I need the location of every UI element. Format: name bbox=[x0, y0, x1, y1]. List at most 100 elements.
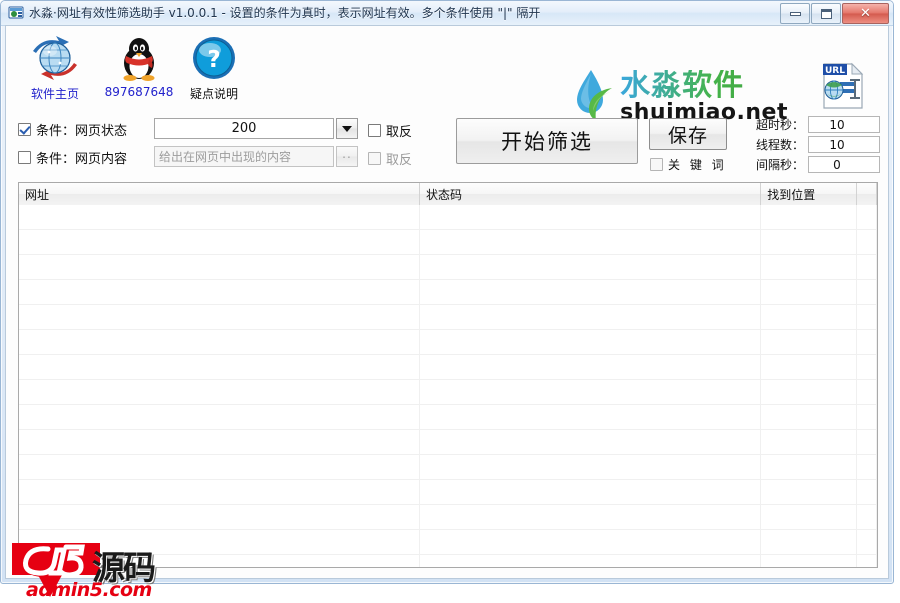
setting-interval-label: 间隔秒： bbox=[756, 156, 804, 173]
table-cell bbox=[761, 530, 857, 554]
condition-status-checkbox[interactable] bbox=[18, 123, 31, 136]
start-filter-button[interactable]: 开始筛选 bbox=[456, 118, 638, 164]
table-cell bbox=[761, 430, 857, 454]
table-cell bbox=[857, 230, 877, 254]
setting-threads: 线程数： 10 bbox=[756, 136, 880, 153]
column-header-3[interactable]: 找到位置 bbox=[761, 183, 857, 205]
invert-status-label: 取反 bbox=[386, 121, 412, 140]
table-row[interactable] bbox=[19, 430, 877, 455]
table-row[interactable] bbox=[19, 405, 877, 430]
status-code-dropdown-button[interactable] bbox=[336, 118, 358, 139]
table-cell bbox=[19, 480, 420, 504]
content-browse-label: .. bbox=[342, 147, 352, 161]
column-header-4[interactable] bbox=[857, 183, 877, 205]
maximize-button[interactable] bbox=[811, 3, 841, 24]
keyword-checkbox[interactable] bbox=[650, 158, 663, 171]
table-cell bbox=[857, 205, 877, 229]
close-button[interactable]: ✕ bbox=[842, 3, 889, 24]
table-cell bbox=[857, 280, 877, 304]
condition-content-invert[interactable]: 取反 bbox=[368, 149, 412, 168]
table-cell bbox=[19, 430, 420, 454]
table-cell bbox=[761, 480, 857, 504]
svg-text:?: ? bbox=[207, 47, 220, 73]
table-cell bbox=[857, 480, 877, 504]
invert-status-checkbox[interactable] bbox=[368, 124, 381, 137]
table-cell bbox=[19, 330, 420, 354]
table-cell bbox=[761, 380, 857, 404]
table-row[interactable] bbox=[19, 480, 877, 505]
table-cell bbox=[761, 405, 857, 429]
table-row[interactable] bbox=[19, 305, 877, 330]
condition-content-checkbox[interactable] bbox=[18, 151, 31, 164]
table-cell bbox=[761, 205, 857, 229]
condition-row-status: 条件：网页状态 bbox=[18, 118, 127, 140]
table-row[interactable] bbox=[19, 255, 877, 280]
svg-text:URL: URL bbox=[825, 66, 845, 76]
condition-status-invert[interactable]: 取反 bbox=[368, 121, 412, 140]
table-cell bbox=[19, 505, 420, 529]
setting-threads-input[interactable]: 10 bbox=[808, 136, 880, 153]
table-cell bbox=[420, 405, 761, 429]
column-header-2[interactable]: 状态码 bbox=[420, 183, 761, 205]
table-row[interactable] bbox=[19, 355, 877, 380]
screen: 水淼·网址有效性筛选助手 v1.0.0.1 - 设置的条件为真时，表示网址有效。… bbox=[0, 0, 900, 603]
question-mark-icon: ? bbox=[171, 32, 257, 84]
table-cell bbox=[19, 230, 420, 254]
table-row[interactable] bbox=[19, 280, 877, 305]
table-cell bbox=[420, 555, 761, 568]
table-cell bbox=[420, 280, 761, 304]
table-cell bbox=[19, 455, 420, 479]
keyword-option[interactable]: 关 键 词 bbox=[650, 156, 727, 173]
condition-row-content: 条件：网页内容 bbox=[18, 146, 127, 168]
save-button[interactable]: 保存 bbox=[649, 118, 727, 150]
brand-name-cn: 水淼软件 bbox=[620, 70, 788, 101]
table-cell bbox=[420, 380, 761, 404]
table-cell bbox=[420, 205, 761, 229]
content-browse-button[interactable]: .. bbox=[336, 146, 358, 167]
table-cell bbox=[761, 305, 857, 329]
content-keyword-input[interactable]: 给出在网页中出现的内容 bbox=[154, 146, 334, 167]
table-cell bbox=[761, 280, 857, 304]
chevron-down-icon bbox=[342, 126, 352, 132]
setting-interval-input[interactable]: 0 bbox=[808, 156, 880, 173]
table-cell bbox=[420, 305, 761, 329]
status-code-combo[interactable]: 200 bbox=[154, 118, 334, 139]
table-cell bbox=[420, 455, 761, 479]
table-cell bbox=[857, 380, 877, 404]
setting-timeout-input[interactable]: 10 bbox=[808, 116, 880, 133]
table-cell bbox=[420, 480, 761, 504]
table-row[interactable] bbox=[19, 330, 877, 355]
toolbar-label-qq: 897687648 bbox=[96, 85, 182, 99]
table-cell bbox=[857, 530, 877, 554]
table-row[interactable] bbox=[19, 455, 877, 480]
table-row[interactable] bbox=[19, 230, 877, 255]
table-cell bbox=[857, 305, 877, 329]
toolbar-item-help[interactable]: ? 疑点说明 bbox=[171, 32, 257, 102]
setting-timeout: 超时秒： 10 bbox=[756, 116, 880, 133]
title-bar: 水淼·网址有效性筛选助手 v1.0.0.1 - 设置的条件为真时，表示网址有效。… bbox=[1, 1, 893, 26]
table-row[interactable] bbox=[19, 205, 877, 230]
table-row[interactable] bbox=[19, 505, 877, 530]
table-cell bbox=[857, 355, 877, 379]
app-icon bbox=[8, 5, 24, 21]
table-cell bbox=[761, 455, 857, 479]
results-grid[interactable]: 网址状态码找到位置 bbox=[18, 182, 878, 568]
column-header-1[interactable]: 网址 bbox=[19, 183, 420, 205]
table-cell bbox=[761, 555, 857, 568]
toolbar-label-homepage: 软件主页 bbox=[12, 85, 98, 102]
conditions-panel: 条件：网页状态 200 取反 条件：网页内容 给出在网页中出现的内容 bbox=[6, 112, 888, 180]
results-grid-body[interactable] bbox=[19, 205, 877, 567]
table-cell bbox=[420, 430, 761, 454]
minimize-button[interactable] bbox=[780, 3, 810, 24]
window-title: 水淼·网址有效性筛选助手 v1.0.0.1 - 设置的条件为真时，表示网址有效。… bbox=[29, 5, 540, 21]
watermark-text-domain: admin5.com bbox=[26, 579, 152, 601]
maximize-icon bbox=[812, 4, 840, 23]
condition-status-label: 条件：网页状态 bbox=[36, 120, 127, 139]
close-icon: ✕ bbox=[843, 4, 888, 23]
toolbar-item-homepage[interactable]: 软件主页 bbox=[12, 32, 98, 102]
toolbar: 软件主页 bbox=[6, 26, 888, 112]
toolbar-item-qq[interactable]: 897687648 bbox=[96, 32, 182, 99]
invert-content-checkbox[interactable] bbox=[368, 152, 381, 165]
table-cell bbox=[420, 255, 761, 279]
table-row[interactable] bbox=[19, 380, 877, 405]
